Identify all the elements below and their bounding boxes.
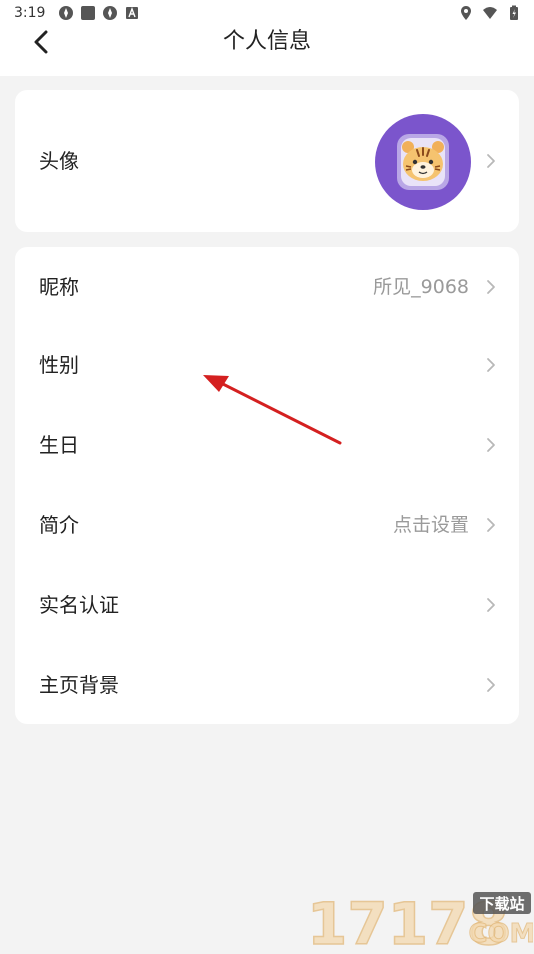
wifi-icon xyxy=(483,7,497,19)
status-bar: 3:19 xyxy=(0,0,534,28)
notification-a-icon xyxy=(126,7,138,19)
info-row-label: 主页背景 xyxy=(39,673,119,697)
info-row-homepage-bg[interactable]: 主页背景 xyxy=(15,645,519,725)
info-row-label: 简介 xyxy=(39,513,79,537)
chevron-right-icon xyxy=(487,678,495,692)
notification-app-icon-2 xyxy=(103,6,117,20)
tiger-avatar-icon xyxy=(397,134,449,190)
info-row-label: 昵称 xyxy=(39,275,79,299)
annotation-arrow-icon xyxy=(203,375,342,445)
chevron-right-icon xyxy=(487,438,495,452)
watermark: 17178 下载站 COM xyxy=(305,880,534,954)
info-row-label: 生日 xyxy=(39,433,79,457)
page-title: 个人信息 xyxy=(222,29,311,54)
info-row-nickname[interactable]: 昵称 所见_9068 xyxy=(15,247,519,327)
notification-app-icon xyxy=(59,6,73,20)
info-row-value: 点击设置 xyxy=(392,514,469,536)
status-time: 3:19 xyxy=(14,5,46,21)
info-row-label: 性别 xyxy=(39,353,79,377)
notification-square-icon xyxy=(81,6,95,20)
chevron-right-icon xyxy=(487,598,495,612)
avatar-card: 头像 xyxy=(15,90,519,232)
watermark-tag: 下载站 xyxy=(479,895,524,913)
status-notifications xyxy=(58,5,140,21)
chevron-right-icon xyxy=(487,154,495,168)
status-system-icons xyxy=(458,5,522,21)
watermark-domain: COM xyxy=(468,919,533,949)
watermark-logo-icon: 17178 下载站 COM xyxy=(306,889,534,954)
info-row-verification[interactable]: 实名认证 xyxy=(15,565,519,645)
info-card: 昵称 所见_9068 性别 生日 简介 点击设置 实名认证 主页背景 xyxy=(15,247,519,724)
location-icon xyxy=(461,6,471,20)
battery-icon xyxy=(510,5,518,20)
avatar[interactable] xyxy=(375,114,471,210)
info-row-label: 实名认证 xyxy=(39,593,119,617)
chevron-right-icon xyxy=(487,518,495,532)
chevron-right-icon xyxy=(487,358,495,372)
chevron-right-icon xyxy=(487,280,495,294)
info-row-intro[interactable]: 简介 点击设置 xyxy=(15,485,519,565)
avatar-label: 头像 xyxy=(39,149,79,173)
info-row-value: 所见_9068 xyxy=(373,276,469,298)
title-bar: 个人信息 xyxy=(0,28,534,76)
